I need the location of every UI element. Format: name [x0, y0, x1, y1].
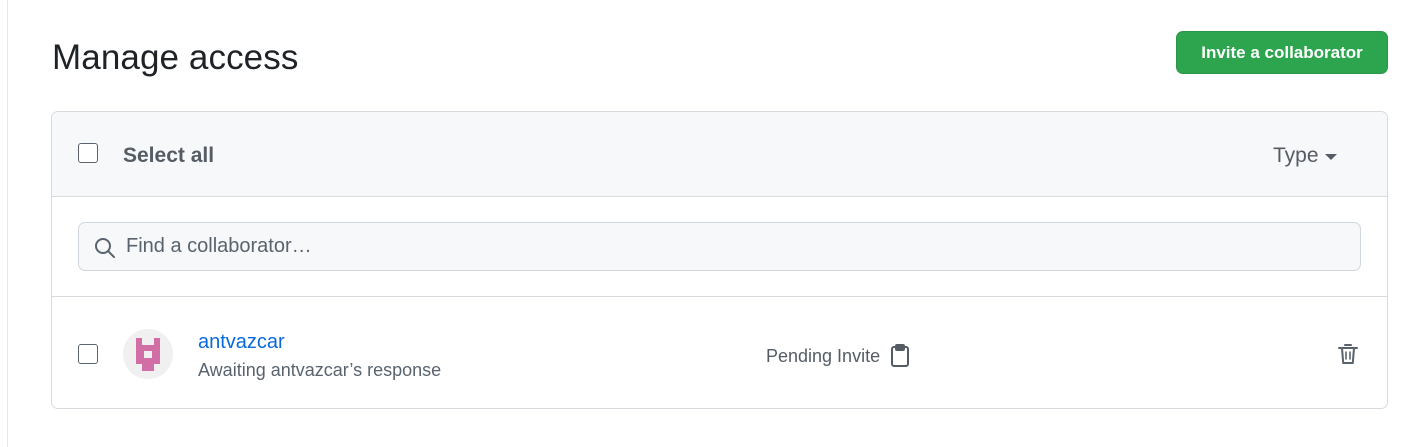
search-section — [52, 197, 1387, 297]
identicon-avatar-image — [123, 329, 173, 379]
caret-down-icon — [1324, 154, 1337, 160]
avatar[interactable] — [123, 329, 173, 379]
type-filter-label: Type — [1273, 144, 1319, 167]
invite-collaborator-button[interactable]: Invite a collaborator — [1176, 31, 1388, 74]
page-left-border — [7, 0, 8, 447]
collaborator-status-text: Awaiting antvazcar’s response — [198, 360, 442, 380]
search-field[interactable] — [78, 222, 1361, 271]
search-input[interactable] — [126, 223, 1346, 270]
pending-invite-label: Pending Invite — [766, 345, 881, 366]
type-filter-dropdown[interactable]: Type — [1273, 144, 1337, 168]
clipboard-icon[interactable] — [890, 344, 910, 368]
collaborator-row: antvazcar Awaiting antvazcar’s response … — [52, 298, 1387, 408]
select-all-checkbox[interactable] — [78, 143, 98, 163]
trash-icon[interactable] — [1337, 342, 1359, 366]
search-icon — [95, 238, 115, 258]
collaborator-checkbox[interactable] — [78, 344, 98, 364]
collaborator-username-link[interactable]: antvazcar — [198, 331, 285, 354]
select-all-label[interactable]: Select all — [123, 144, 214, 168]
pending-invite-status: Pending Invite — [766, 344, 910, 368]
collaborators-panel: Select all Type Find a collaborator… ant… — [51, 111, 1388, 409]
list-header: Select all Type — [52, 112, 1387, 197]
page-title: Manage access — [52, 38, 299, 77]
